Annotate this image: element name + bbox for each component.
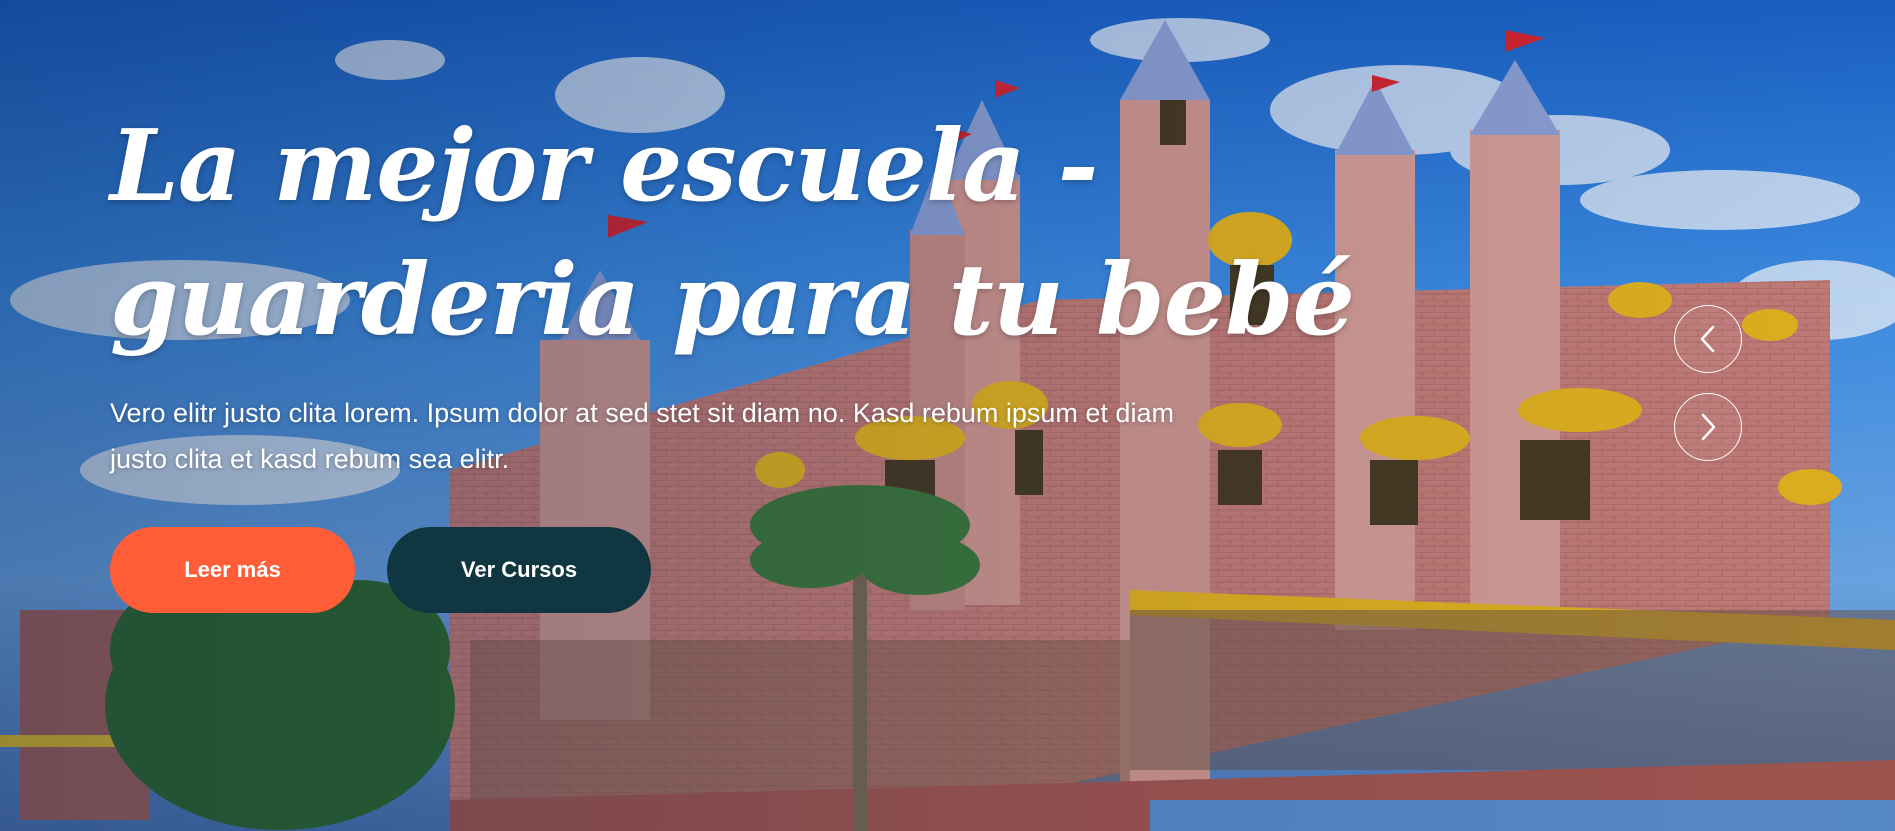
view-courses-button[interactable]: Ver Cursos xyxy=(387,527,651,613)
carousel-prev-button[interactable] xyxy=(1674,305,1742,373)
hero-description: Vero elitr justo clita lorem. Ipsum dolo… xyxy=(110,398,1174,474)
read-more-button[interactable]: Leer más xyxy=(110,527,355,613)
hero-buttons: Leer más Ver Cursos xyxy=(110,527,1260,613)
hero-content: La mejor escuela - guarderia para tu beb… xyxy=(110,100,1355,613)
chevron-left-icon xyxy=(1700,325,1715,353)
hero-carousel: La mejor escuela - guarderia para tu beb… xyxy=(0,0,1895,831)
hero-headline: La mejor escuela - guarderia para tu beb… xyxy=(110,100,1355,368)
chevron-right-icon xyxy=(1701,413,1716,441)
headline-line-1: La mejor escuela - xyxy=(110,109,1098,224)
headline-line-2: guarderia para tu bebé xyxy=(110,243,1355,358)
carousel-next-button[interactable] xyxy=(1674,393,1742,461)
